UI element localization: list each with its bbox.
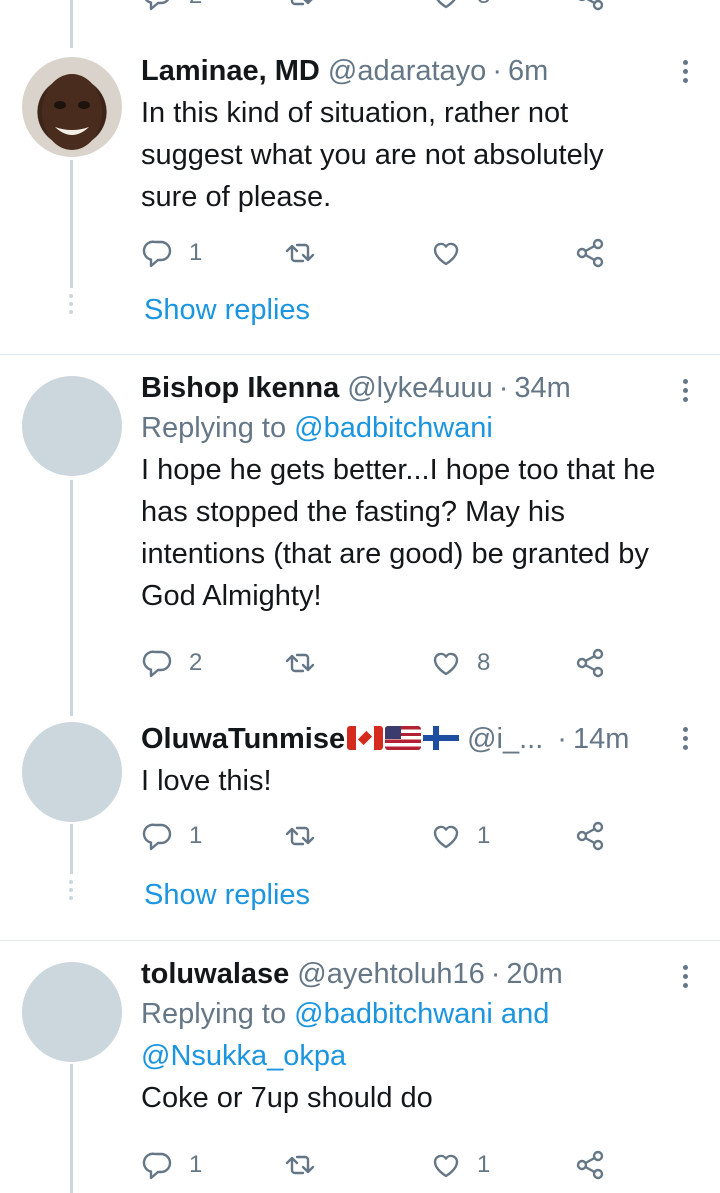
retweet-icon (285, 826, 315, 846)
retweet-button[interactable] (283, 233, 331, 273)
timestamp[interactable]: 6m (508, 52, 548, 90)
tweet[interactable]: Bishop Ikenna @lyke4uuu · 34m Replying t… (0, 355, 720, 700)
separator-dot: · (490, 958, 501, 990)
share-button[interactable] (573, 233, 607, 273)
share-icon (576, 821, 604, 851)
tweet-text: I hope he gets better...I hope too that … (141, 454, 656, 612)
avatar[interactable] (22, 722, 122, 822)
share-button[interactable] (573, 816, 607, 856)
replying-to-label: Replying to (141, 998, 287, 1030)
more-options-button[interactable] (680, 379, 690, 402)
heart-icon (433, 652, 459, 676)
timestamp[interactable]: 14m (573, 720, 629, 758)
like-count: 1 (477, 1151, 491, 1178)
finland-flag-icon (423, 726, 460, 750)
tweet-actions: 1 1 (141, 1145, 621, 1185)
more-icon (682, 379, 688, 384)
reply-icon (142, 823, 172, 851)
timestamp[interactable]: 20m (506, 955, 562, 993)
reply-count: 1 (189, 239, 203, 266)
more-options-button[interactable] (680, 727, 690, 750)
retweet-icon (285, 1155, 315, 1175)
tweet-actions: 1 (141, 233, 621, 273)
display-name[interactable]: toluwalase (141, 955, 289, 993)
display-name[interactable]: Bishop Ikenna (141, 369, 339, 407)
tweet[interactable]: toluwalase @ayehtoluh16 · 20m Replying t… (0, 941, 720, 1193)
share-button[interactable] (573, 643, 607, 683)
reply-button[interactable]: 1 (141, 816, 202, 856)
share-icon (576, 1150, 604, 1180)
replying-to: Replying to @badbitchwani (141, 407, 660, 449)
show-replies-link[interactable]: Show replies (144, 294, 310, 327)
retweet-icon (285, 653, 315, 673)
tweet-actions: 2 8 (141, 643, 621, 683)
tweet[interactable]: OluwaTunmise @i_... · 14m I love this! 1… (0, 700, 720, 940)
reply-button[interactable]: 1 (141, 1145, 202, 1185)
reply-button[interactable]: 1 (141, 233, 202, 273)
avatar[interactable] (22, 962, 122, 1062)
more-icon (682, 965, 688, 970)
more-icon (682, 60, 688, 65)
like-button[interactable] (429, 233, 477, 273)
separator-dot: · (498, 372, 509, 404)
username[interactable]: @lyke4uuu (347, 369, 493, 407)
share-icon (576, 238, 604, 268)
tweet-text: I love this! (141, 765, 272, 797)
separator-dot: · (492, 55, 502, 87)
more-options-button[interactable] (680, 965, 690, 988)
share-icon (576, 648, 604, 678)
like-button[interactable]: 8 (429, 643, 490, 683)
usa-flag-icon (385, 726, 422, 750)
heart-icon (433, 825, 459, 849)
timestamp[interactable]: 34m (514, 369, 570, 407)
like-button[interactable]: 1 (429, 816, 490, 856)
username[interactable]: @i_... (467, 720, 543, 758)
retweet-button[interactable] (283, 1145, 331, 1185)
username[interactable]: @adaratayo (328, 52, 486, 90)
tweet-text: Coke or 7up should do (141, 1082, 433, 1114)
display-name[interactable]: OluwaTunmise (141, 720, 345, 758)
show-replies-link[interactable]: Show replies (144, 879, 310, 912)
tweet-actions: 1 1 (141, 816, 621, 856)
retweet-icon (285, 243, 315, 263)
avatar[interactable] (22, 57, 122, 157)
replying-to-label: Replying to (141, 412, 287, 444)
heart-icon (433, 1154, 459, 1178)
more-options-button[interactable] (680, 60, 690, 83)
avatar[interactable] (22, 376, 122, 476)
username[interactable]: @ayehtoluh16 (297, 955, 484, 993)
reply-button[interactable]: 2 (141, 643, 202, 683)
like-count: 8 (477, 649, 491, 676)
display-name[interactable]: Laminae, MD (141, 52, 320, 90)
like-count: 1 (477, 822, 491, 849)
reply-icon (142, 650, 172, 678)
reply-count: 2 (189, 649, 203, 676)
retweet-button[interactable] (283, 643, 331, 683)
share-button[interactable] (573, 1145, 607, 1185)
heart-icon (433, 242, 459, 266)
canada-flag-icon (347, 726, 384, 750)
reply-icon (142, 240, 172, 268)
reply-icon (142, 1152, 172, 1180)
mention-link[interactable]: @badbitchwani (294, 412, 493, 444)
like-button[interactable]: 1 (429, 1145, 490, 1185)
tweet-text: In this kind of situation, rather not su… (141, 97, 604, 213)
retweet-button[interactable] (283, 816, 331, 856)
name-flags (347, 726, 460, 750)
tweet[interactable]: Laminae, MD @adaratayo · 6m In this kind… (0, 0, 720, 355)
avatar-face-image (42, 74, 102, 150)
replying-to: Replying to @badbitchwani and @Nsukka_ok… (141, 993, 660, 1077)
reply-count: 1 (189, 1151, 203, 1178)
separator-dot: · (557, 723, 567, 755)
more-icon (682, 727, 688, 732)
reply-count: 1 (189, 822, 203, 849)
